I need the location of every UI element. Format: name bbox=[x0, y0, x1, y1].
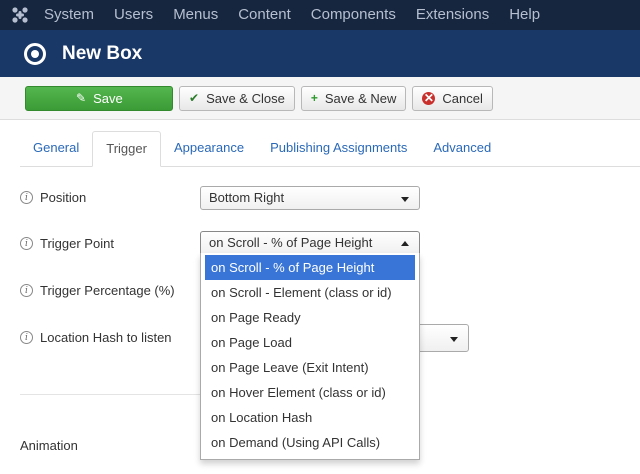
location-hash-label-row: i Location Hash to listen bbox=[20, 330, 172, 345]
position-label-row: i Position bbox=[20, 190, 86, 205]
animation-label: Animation bbox=[20, 438, 78, 453]
position-select[interactable]: Bottom Right bbox=[200, 186, 420, 210]
nav-content[interactable]: Content bbox=[228, 0, 301, 30]
save-button-label: Save bbox=[93, 90, 123, 106]
info-icon[interactable]: i bbox=[20, 191, 33, 204]
dropdown-option[interactable]: on Demand (Using API Calls) bbox=[205, 430, 415, 455]
animation-label-row: Animation bbox=[20, 438, 78, 453]
dropdown-option[interactable]: on Location Hash bbox=[205, 405, 415, 430]
toolbar: ✎ Save ✔ Save & Close + Save & New ✕ Can… bbox=[0, 77, 640, 120]
title-bar: New Box bbox=[0, 30, 640, 77]
section-divider bbox=[20, 394, 220, 395]
joomla-logo-icon[interactable] bbox=[0, 0, 40, 30]
save-close-button[interactable]: ✔ Save & Close bbox=[179, 85, 295, 111]
page-title: New Box bbox=[62, 42, 143, 64]
trigger-point-label: Trigger Point bbox=[40, 236, 114, 251]
tab-advanced[interactable]: Advanced bbox=[420, 131, 504, 166]
nav-extensions[interactable]: Extensions bbox=[406, 0, 499, 30]
trigger-point-select[interactable]: on Scroll - % of Page Height bbox=[200, 231, 420, 255]
dropdown-option[interactable]: on Page Ready bbox=[205, 305, 415, 330]
nav-components[interactable]: Components bbox=[301, 0, 406, 30]
info-icon[interactable]: i bbox=[20, 237, 33, 250]
save-new-button[interactable]: + Save & New bbox=[300, 85, 407, 111]
tab-bar: General Trigger Appearance Publishing As… bbox=[20, 131, 640, 167]
chevron-up-icon bbox=[401, 241, 409, 246]
cancel-button[interactable]: ✕ Cancel bbox=[412, 85, 493, 111]
nav-system[interactable]: System bbox=[40, 0, 104, 30]
nav-menus[interactable]: Menus bbox=[163, 0, 228, 30]
nav-users[interactable]: Users bbox=[104, 0, 163, 30]
info-icon[interactable]: i bbox=[20, 284, 33, 297]
trigger-point-dropdown: on Scroll - % of Page Height on Scroll -… bbox=[200, 253, 420, 460]
tab-appearance[interactable]: Appearance bbox=[161, 131, 257, 166]
save-new-label: Save & New bbox=[324, 90, 397, 106]
tab-publishing-assignments[interactable]: Publishing Assignments bbox=[257, 131, 420, 166]
location-hash-label: Location Hash to listen bbox=[40, 330, 172, 345]
dropdown-option[interactable]: on Hover Element (class or id) bbox=[205, 380, 415, 405]
position-select-value: Bottom Right bbox=[209, 190, 285, 205]
cancel-label: Cancel bbox=[442, 90, 483, 106]
info-icon[interactable]: i bbox=[20, 331, 33, 344]
save-button[interactable]: ✎ Save bbox=[25, 85, 173, 111]
top-navigation: System Users Menus Content Components Ex… bbox=[0, 0, 640, 30]
cancel-icon: ✕ bbox=[422, 91, 436, 105]
edit-icon: ✎ bbox=[76, 91, 87, 105]
dropdown-option[interactable]: on Page Load bbox=[205, 330, 415, 355]
trigger-percentage-label: Trigger Percentage (%) bbox=[40, 283, 175, 298]
position-label: Position bbox=[40, 190, 87, 205]
nav-help[interactable]: Help bbox=[499, 0, 550, 30]
plus-icon: + bbox=[310, 91, 318, 105]
box-target-icon bbox=[24, 42, 46, 65]
dropdown-option[interactable]: on Scroll - Element (class or id) bbox=[205, 280, 415, 305]
trigger-percentage-label-row: i Trigger Percentage (%) bbox=[20, 283, 175, 298]
tab-trigger[interactable]: Trigger bbox=[92, 131, 161, 167]
chevron-down-icon bbox=[401, 197, 409, 202]
trigger-point-label-row: i Trigger Point bbox=[20, 236, 114, 251]
save-close-label: Save & Close bbox=[206, 90, 285, 106]
tab-general[interactable]: General bbox=[20, 131, 92, 166]
dropdown-option[interactable]: on Scroll - % of Page Height bbox=[205, 255, 415, 280]
trigger-point-select-value: on Scroll - % of Page Height bbox=[209, 235, 373, 250]
dropdown-option[interactable]: on Page Leave (Exit Intent) bbox=[205, 355, 415, 380]
check-icon: ✔ bbox=[189, 91, 200, 105]
chevron-down-icon bbox=[450, 337, 458, 342]
